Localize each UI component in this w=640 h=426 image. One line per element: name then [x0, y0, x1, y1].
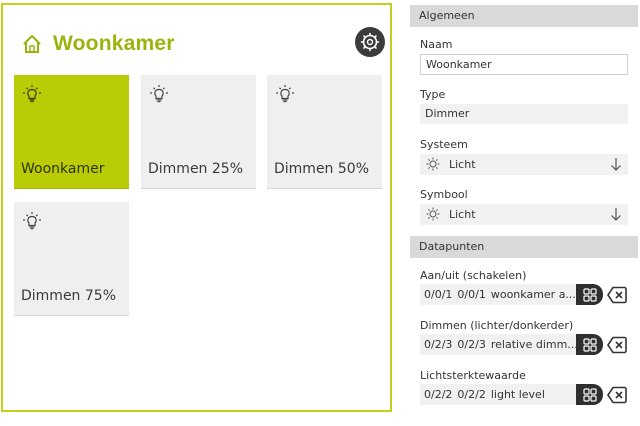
tile-label: Dimmen 50%	[274, 161, 369, 177]
datapoint-label: Lichtsterktewaarde	[420, 369, 526, 382]
backspace-icon	[607, 286, 627, 303]
systeem-select[interactable]: Licht	[420, 154, 628, 175]
grid-icon	[582, 337, 597, 352]
datapoint-name: relative dimm...	[490, 338, 576, 351]
section-header-datapunten: Datapunten	[410, 236, 638, 258]
home-icon	[21, 33, 43, 55]
select-datapoint-button[interactable]	[576, 384, 603, 405]
room-settings-button[interactable]	[355, 27, 385, 57]
tile-dimmen-75[interactable]: Dimmen 75%	[14, 202, 129, 316]
clear-datapoint-button[interactable]	[606, 284, 628, 305]
backspace-icon	[607, 336, 627, 353]
symbool-value: Licht	[449, 208, 476, 221]
room-panel: Woonkamer Woonkamer Dimmen 25% Dimmen 50…	[1, 3, 392, 412]
tile-label: Dimmen 75%	[21, 288, 116, 304]
tile-woonkamer[interactable]: Woonkamer	[14, 75, 129, 189]
datapoint-address: 0/2/3	[457, 338, 486, 351]
datapoint-address: 0/0/1	[424, 288, 453, 301]
grid-icon	[582, 387, 597, 402]
backspace-icon	[607, 386, 627, 403]
select-datapoint-button[interactable]	[576, 284, 603, 305]
systeem-value: Licht	[449, 158, 476, 171]
datapoint-value[interactable]: 0/2/2 0/2/2 light level	[420, 384, 576, 405]
bulb-icon	[275, 84, 295, 104]
bulb-icon	[149, 84, 169, 104]
select-datapoint-button[interactable]	[576, 334, 603, 355]
datapoint-name: light level	[490, 388, 545, 401]
datapoint-name: woonkamer a...	[490, 288, 576, 301]
datapoint-address: 0/2/2	[424, 388, 453, 401]
room-header: Woonkamer	[21, 29, 175, 59]
datapoint-address: 0/2/2	[457, 388, 486, 401]
bulb-icon	[22, 84, 42, 104]
type-label: Type	[420, 88, 446, 101]
bulb-icon	[22, 211, 42, 231]
tile-label: Woonkamer	[21, 161, 105, 177]
datapoint-label: Dimmen (lichter/donkerder)	[420, 319, 574, 332]
grid-icon	[582, 287, 597, 302]
gear-icon	[360, 32, 380, 52]
tile-dimmen-50[interactable]: Dimmen 50%	[267, 75, 382, 189]
datapoint-label: Aan/uit (schakelen)	[420, 269, 527, 282]
datapoint-address: 0/2/3	[424, 338, 453, 351]
tile-label: Dimmen 25%	[148, 161, 243, 177]
symbool-label: Symbool	[420, 188, 468, 201]
sun-icon	[426, 207, 440, 221]
naam-label: Naam	[420, 38, 453, 51]
sun-icon	[426, 157, 440, 171]
properties-panel: Algemeen Naam Type Dimmer Systeem Licht …	[410, 5, 638, 417]
naam-input[interactable]	[420, 54, 628, 75]
room-title: Woonkamer	[53, 32, 175, 55]
tile-dimmen-25[interactable]: Dimmen 25%	[141, 75, 256, 189]
type-value: Dimmer	[420, 104, 628, 124]
arrow-down-icon	[610, 157, 622, 171]
datapoint-value[interactable]: 0/0/1 0/0/1 woonkamer a...	[420, 284, 576, 305]
clear-datapoint-button[interactable]	[606, 384, 628, 405]
datapoint-address: 0/0/1	[457, 288, 486, 301]
datapoint-value[interactable]: 0/2/3 0/2/3 relative dimm...	[420, 334, 576, 355]
clear-datapoint-button[interactable]	[606, 334, 628, 355]
section-header-algemeen: Algemeen	[410, 5, 638, 27]
systeem-label: Systeem	[420, 138, 468, 151]
arrow-down-icon	[610, 207, 622, 221]
symbool-select[interactable]: Licht	[420, 204, 628, 225]
